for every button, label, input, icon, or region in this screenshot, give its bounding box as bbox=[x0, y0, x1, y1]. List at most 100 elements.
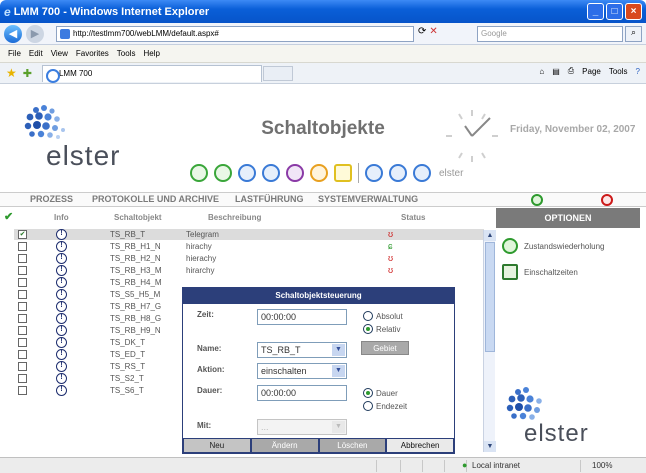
scroll-thumb[interactable] bbox=[485, 242, 495, 352]
row-checkbox[interactable] bbox=[18, 278, 27, 287]
print-icon[interactable]: ⎙ bbox=[568, 66, 574, 76]
tools-menu[interactable]: Tools bbox=[609, 67, 628, 76]
search-icon[interactable]: ⌕ bbox=[625, 26, 642, 42]
menu-view[interactable]: View bbox=[51, 49, 68, 58]
maximize-button[interactable]: □ bbox=[606, 3, 623, 20]
row-checkbox[interactable] bbox=[18, 242, 27, 251]
home-icon[interactable]: ⌂ bbox=[539, 67, 544, 76]
nav-prozess[interactable]: PROZESS bbox=[30, 194, 73, 204]
forward-icon[interactable]: ▶ bbox=[26, 24, 44, 43]
menu-help[interactable]: Help bbox=[143, 49, 159, 58]
menu-tools[interactable]: Tools bbox=[117, 49, 136, 58]
neu-button[interactable]: Neu bbox=[184, 439, 250, 452]
menu-favorites[interactable]: Favorites bbox=[76, 49, 109, 58]
row-checkbox[interactable]: ✔ bbox=[18, 230, 27, 239]
back-icon[interactable]: ◀ bbox=[4, 24, 22, 43]
row-checkbox[interactable] bbox=[18, 254, 27, 263]
alarm-warning-icon[interactable] bbox=[601, 194, 613, 206]
chevron-down-icon[interactable]: ▼ bbox=[332, 344, 345, 356]
row-checkbox[interactable] bbox=[18, 314, 27, 323]
minimize-button[interactable]: _ bbox=[587, 3, 604, 20]
info-icon[interactable]: ! bbox=[56, 349, 67, 360]
table-row[interactable]: ! TS_RB_H2_N hierachy ʊ bbox=[14, 253, 484, 264]
row-checkbox[interactable] bbox=[18, 338, 27, 347]
zeit-input[interactable]: 00:00:00 bbox=[257, 309, 347, 325]
table-row[interactable]: ! TS_RB_H1_N hirachy ɕ bbox=[14, 241, 484, 252]
gebiet-button[interactable]: Gebiet bbox=[361, 341, 409, 355]
help-icon[interactable]: ? bbox=[636, 67, 640, 76]
row-checkbox[interactable] bbox=[18, 302, 27, 311]
alarm-ok-icon[interactable] bbox=[531, 194, 543, 206]
scroll-down-icon[interactable]: ▼ bbox=[484, 441, 496, 452]
table-row[interactable]: ✔! TS_RB_T Telegram ʊ bbox=[14, 229, 484, 240]
info-icon[interactable]: ! bbox=[56, 241, 67, 252]
info-icon[interactable]: ! bbox=[56, 277, 67, 288]
nav-protokolle[interactable]: PROTOKOLLE UND ARCHIVE bbox=[92, 194, 219, 204]
search-input[interactable]: Google bbox=[477, 26, 623, 42]
row-checkbox[interactable] bbox=[18, 350, 27, 359]
info-icon[interactable]: ! bbox=[56, 253, 67, 264]
row-checkbox[interactable] bbox=[18, 374, 27, 383]
nav-systemverwaltung[interactable]: SYSTEMVERWALTUNG bbox=[318, 194, 418, 204]
play-icon[interactable] bbox=[190, 164, 208, 182]
page-menu[interactable]: Page bbox=[582, 67, 601, 76]
menu-file[interactable]: File bbox=[8, 49, 21, 58]
list-icon[interactable] bbox=[262, 164, 280, 182]
info-icon[interactable]: ! bbox=[56, 373, 67, 384]
chart-icon[interactable] bbox=[286, 164, 304, 182]
radio-endezeit[interactable]: Endezeit bbox=[363, 401, 407, 411]
radio-absolut[interactable]: Absolut bbox=[363, 311, 403, 321]
dauer-input[interactable]: 00:00:00 bbox=[257, 385, 347, 401]
menu-edit[interactable]: Edit bbox=[29, 49, 43, 58]
option-einschaltzeiten[interactable]: Einschaltzeiten bbox=[502, 264, 578, 280]
radio-relativ[interactable]: Relativ bbox=[363, 324, 400, 334]
favorites-star-icon[interactable]: ★ bbox=[6, 66, 17, 80]
refresh-icon[interactable]: ⟳ bbox=[418, 26, 426, 37]
url-input[interactable]: http://testlmm700/webLMM/default.aspx# bbox=[56, 26, 414, 42]
row-checkbox[interactable] bbox=[18, 266, 27, 275]
info-icon[interactable]: ! bbox=[56, 229, 67, 240]
zoom-level[interactable]: 100% bbox=[592, 461, 612, 470]
name-select[interactable]: TS_RB_T ▼ bbox=[257, 342, 347, 358]
info-icon[interactable]: ! bbox=[56, 325, 67, 336]
chevron-down-icon[interactable]: ▼ bbox=[332, 421, 345, 433]
info-icon[interactable]: ! bbox=[56, 265, 67, 276]
mit-select[interactable]: ... ▼ bbox=[257, 419, 347, 435]
curve-icon[interactable] bbox=[214, 164, 232, 182]
table-row[interactable]: ! TS_RB_H3_M hirarchy ʊ bbox=[14, 265, 484, 276]
stop-icon[interactable]: ✕ bbox=[429, 26, 437, 37]
row-checkbox[interactable] bbox=[18, 362, 27, 371]
info-icon[interactable]: ! bbox=[56, 361, 67, 372]
feeds-icon[interactable]: ▤ bbox=[552, 67, 560, 76]
info-icon[interactable]: ! bbox=[56, 301, 67, 312]
nav-lastfuehrung[interactable]: LASTFÜHRUNG bbox=[235, 194, 304, 204]
info-icon[interactable]: ! bbox=[56, 385, 67, 396]
info-icon[interactable]: ! bbox=[56, 313, 67, 324]
abbrechen-button[interactable]: Abbrechen bbox=[387, 439, 453, 452]
loeschen-button[interactable]: Löschen bbox=[319, 439, 386, 452]
new-tab-button[interactable] bbox=[262, 65, 293, 81]
help-tool-icon[interactable] bbox=[389, 164, 407, 182]
edit-icon[interactable] bbox=[365, 164, 383, 182]
close-button[interactable]: × bbox=[625, 3, 642, 20]
info-tool-icon[interactable] bbox=[413, 164, 431, 182]
chevron-down-icon[interactable]: ▼ bbox=[332, 365, 345, 377]
tab-lmm700[interactable]: LMM 700 bbox=[41, 64, 262, 83]
clock-tool-icon[interactable] bbox=[238, 164, 256, 182]
info-icon[interactable]: ! bbox=[56, 337, 67, 348]
aendern-button[interactable]: Ändern bbox=[251, 439, 318, 452]
radio-dauer[interactable]: Dauer bbox=[363, 388, 398, 398]
option-zustandswiederholung[interactable]: Zustandswiederholung bbox=[502, 238, 605, 254]
check-all-icon[interactable]: ✔ bbox=[4, 210, 13, 223]
table-scrollbar[interactable]: ▲ ▼ bbox=[483, 230, 496, 452]
row-checkbox[interactable] bbox=[18, 326, 27, 335]
folder-icon[interactable] bbox=[334, 164, 352, 182]
scroll-up-icon[interactable]: ▲ bbox=[484, 230, 496, 241]
sun-icon[interactable] bbox=[310, 164, 328, 182]
aktion-select[interactable]: einschalten ▼ bbox=[257, 363, 347, 379]
row-checkbox[interactable] bbox=[18, 386, 27, 395]
info-icon[interactable]: ! bbox=[56, 289, 67, 300]
status-divider bbox=[400, 460, 401, 472]
add-favorite-icon[interactable]: ✚ bbox=[23, 67, 32, 80]
row-checkbox[interactable] bbox=[18, 290, 27, 299]
